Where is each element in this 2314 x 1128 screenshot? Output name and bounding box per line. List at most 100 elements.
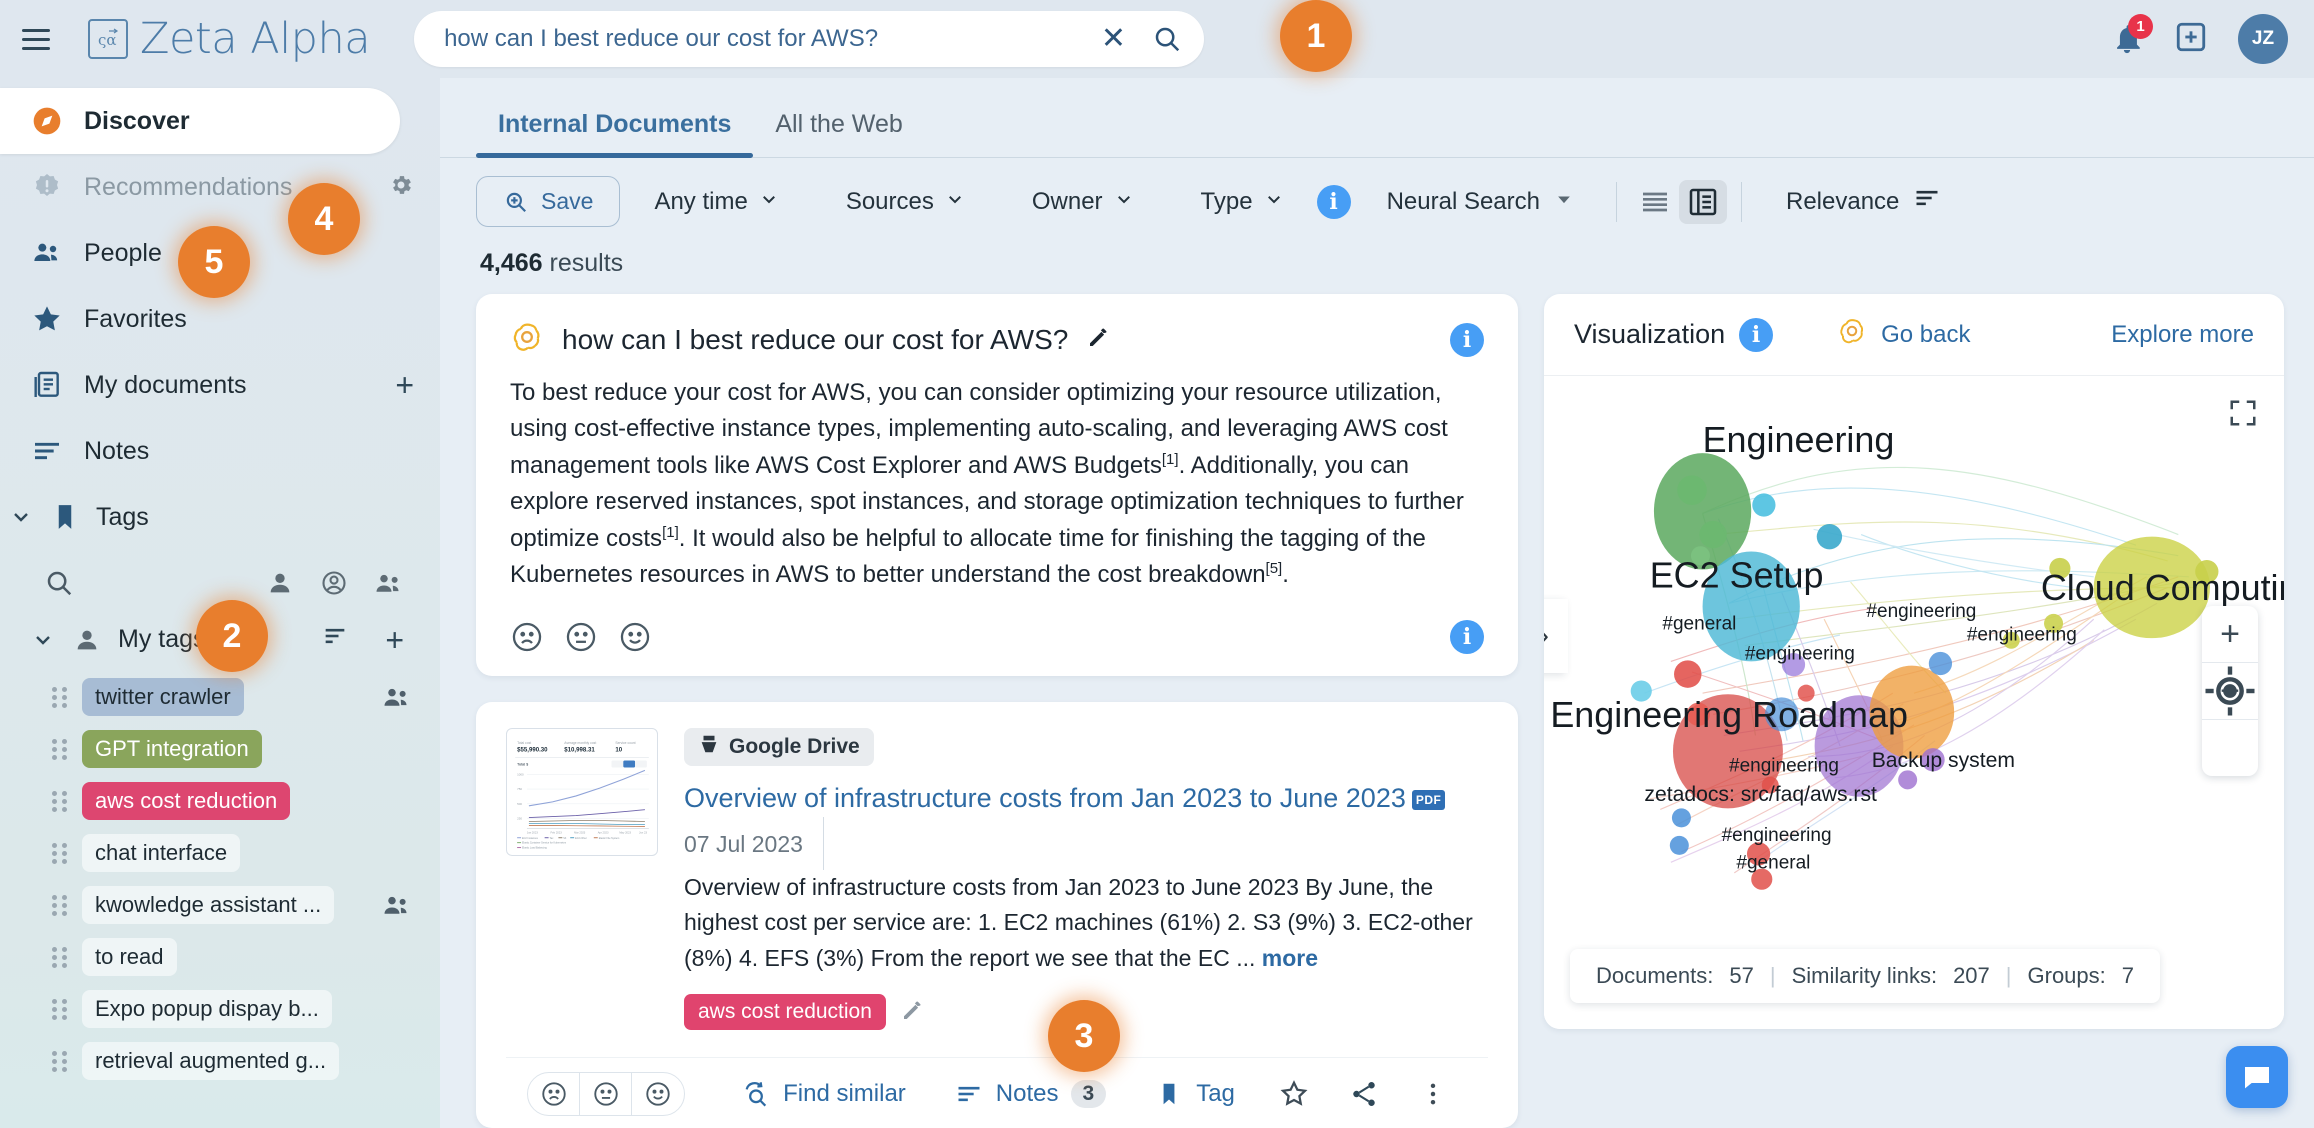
recommendations-settings-icon[interactable] [388,172,414,203]
tag-chip[interactable]: GPT integration [82,730,262,768]
save-search-button[interactable]: Save [476,176,621,227]
graph-node-label[interactable]: #general [1662,614,1736,635]
doc-feedback-happy-icon[interactable] [632,1073,684,1115]
card-view-button[interactable] [1679,179,1727,224]
chevron-down-icon[interactable] [8,505,34,529]
feedback-sad-icon[interactable] [510,620,544,654]
network-graph[interactable]: Engineering EC2 Setup Cloud Computing Engin… [1544,376,2284,1029]
tag-list-item[interactable]: twitter crawler [0,671,440,723]
collapse-panel-button[interactable]: › [1544,599,1568,673]
notifications-button[interactable]: 1 [2110,14,2153,56]
doc-feedback-sad-icon[interactable] [528,1073,581,1115]
drag-handle-icon[interactable] [52,686,68,708]
tag-list-item[interactable]: kwowledge assistant ... [0,879,440,931]
chat-button[interactable] [2226,1046,2288,1108]
graph-node-label[interactable]: #engineering [1729,755,1839,776]
fullscreen-icon[interactable] [2228,398,2258,428]
shared-tag-icon[interactable] [382,682,412,712]
graph-node-label[interactable]: Engineering Roadmap [1550,694,1908,735]
search-box[interactable]: ✕ [414,11,1205,67]
visualization-info-icon[interactable]: i [1739,317,1774,352]
recenter-button[interactable] [2202,666,2258,776]
sidebar-item-discover[interactable]: Discover [0,88,400,154]
brand-logo[interactable]: ςα Zeta Alpha [88,14,371,64]
search-input[interactable] [444,25,1101,53]
drag-handle-icon[interactable] [52,998,68,1020]
graph-node-label[interactable]: #engineering [1866,601,1976,622]
graph-node-label[interactable]: #engineering [1967,624,2077,645]
add-tag-icon[interactable]: + [385,624,404,656]
sort-relevance-button[interactable]: Relevance [1786,184,1941,219]
drag-handle-icon[interactable] [52,894,68,916]
graph-node-label[interactable]: Engineering [1703,419,1895,460]
tag-chip[interactable]: twitter crawler [82,678,244,716]
go-back-button[interactable]: Go back [1837,316,1971,353]
drag-handle-icon[interactable] [52,946,68,968]
document-title[interactable]: Overview of infrastructure costs from Ja… [684,780,1446,817]
tag-chip[interactable]: to read [82,938,177,976]
avatar[interactable]: JZ [2238,14,2288,64]
tag-list-item[interactable]: chat interface [0,827,440,879]
ai-ref-1[interactable]: [1] [1162,451,1179,468]
tag-chip[interactable]: aws cost reduction [82,782,291,820]
tag-list-item[interactable]: Expo popup dispay b... [0,983,440,1035]
menu-icon[interactable] [22,18,64,60]
filter-owner[interactable]: Owner [998,188,1167,216]
tag-group-icon[interactable] [374,568,404,598]
tag-list-item[interactable]: retrieval augmented g... [0,1035,440,1087]
filter-any-time[interactable]: Any time [620,188,811,216]
add-button[interactable] [2174,20,2208,59]
tag-list-item[interactable]: aws cost reduction [0,775,440,827]
drag-handle-icon[interactable] [52,790,68,812]
ai-ref-3[interactable]: [5] [1266,560,1283,577]
graph-node-label[interactable]: Cloud Computing [2041,567,2284,608]
list-view-button[interactable] [1631,180,1679,224]
doc-feedback-neutral-icon[interactable] [580,1073,633,1115]
tab-internal-documents[interactable]: Internal Documents [476,98,754,158]
search-icon[interactable] [1152,24,1182,54]
my-tags-chevron-down-icon[interactable] [30,628,56,652]
more-link[interactable]: more [1262,945,1318,971]
graph-node-label[interactable]: #general [1736,853,1810,874]
more-options-icon[interactable] [1399,1080,1467,1108]
document-thumbnail[interactable]: Total cost $55,990.30 Average monthly co… [506,727,658,856]
drag-handle-icon[interactable] [52,738,68,760]
ai-feedback-info-icon[interactable]: i [1450,619,1484,654]
clear-search-icon[interactable]: ✕ [1101,24,1126,54]
sidebar-item-notes[interactable]: Notes [0,418,440,484]
tag-account-icon[interactable] [320,569,348,597]
graph-node-label[interactable]: #engineering [1745,643,1855,664]
tag-chip[interactable]: kwowledge assistant ... [82,886,335,924]
sidebar-item-tags[interactable]: Tags [0,484,440,550]
tag-chip[interactable]: Expo popup dispay b... [82,990,332,1028]
shared-tag-icon[interactable] [382,890,412,920]
share-icon[interactable] [1329,1079,1399,1109]
drag-handle-icon[interactable] [52,1050,68,1072]
filter-type[interactable]: Type [1167,188,1317,216]
edit-icon[interactable] [1086,325,1110,355]
tag-button[interactable]: Tag [1130,1079,1259,1109]
tag-chip[interactable]: chat interface [82,834,241,872]
tag-list-item[interactable]: to read [0,931,440,983]
sidebar-item-recommendations[interactable]: Recommendations [0,154,440,220]
favorite-star-icon[interactable] [1259,1079,1329,1109]
add-document-icon[interactable]: + [395,369,414,401]
sidebar-item-my-documents[interactable]: My documents + [0,352,440,418]
graph-node-label[interactable]: zetadocs: src/faq/aws.rst [1644,783,1877,806]
tab-all-the-web[interactable]: All the Web [753,98,924,157]
visualization-canvas[interactable]: Engineering EC2 Setup Cloud Computing Engin… [1544,376,2284,1029]
graph-node-label[interactable]: Backup system [1872,749,2015,772]
filter-sources[interactable]: Sources [812,188,998,216]
neural-search-selector[interactable]: Neural Search [1351,188,1602,216]
feedback-neutral-icon[interactable] [564,620,598,654]
document-tag[interactable]: aws cost reduction [684,994,886,1031]
feedback-happy-icon[interactable] [618,620,652,654]
sort-tags-icon[interactable] [321,622,349,657]
tag-list-item[interactable]: GPT integration [0,723,440,775]
ai-ref-2[interactable]: [1] [662,524,679,541]
tag-person-icon[interactable] [266,569,294,597]
filter-info-icon[interactable]: i [1316,184,1351,219]
tag-chip[interactable]: retrieval augmented g... [82,1042,340,1080]
explore-more-button[interactable]: Explore more [2111,321,2254,349]
drag-handle-icon[interactable] [52,842,68,864]
